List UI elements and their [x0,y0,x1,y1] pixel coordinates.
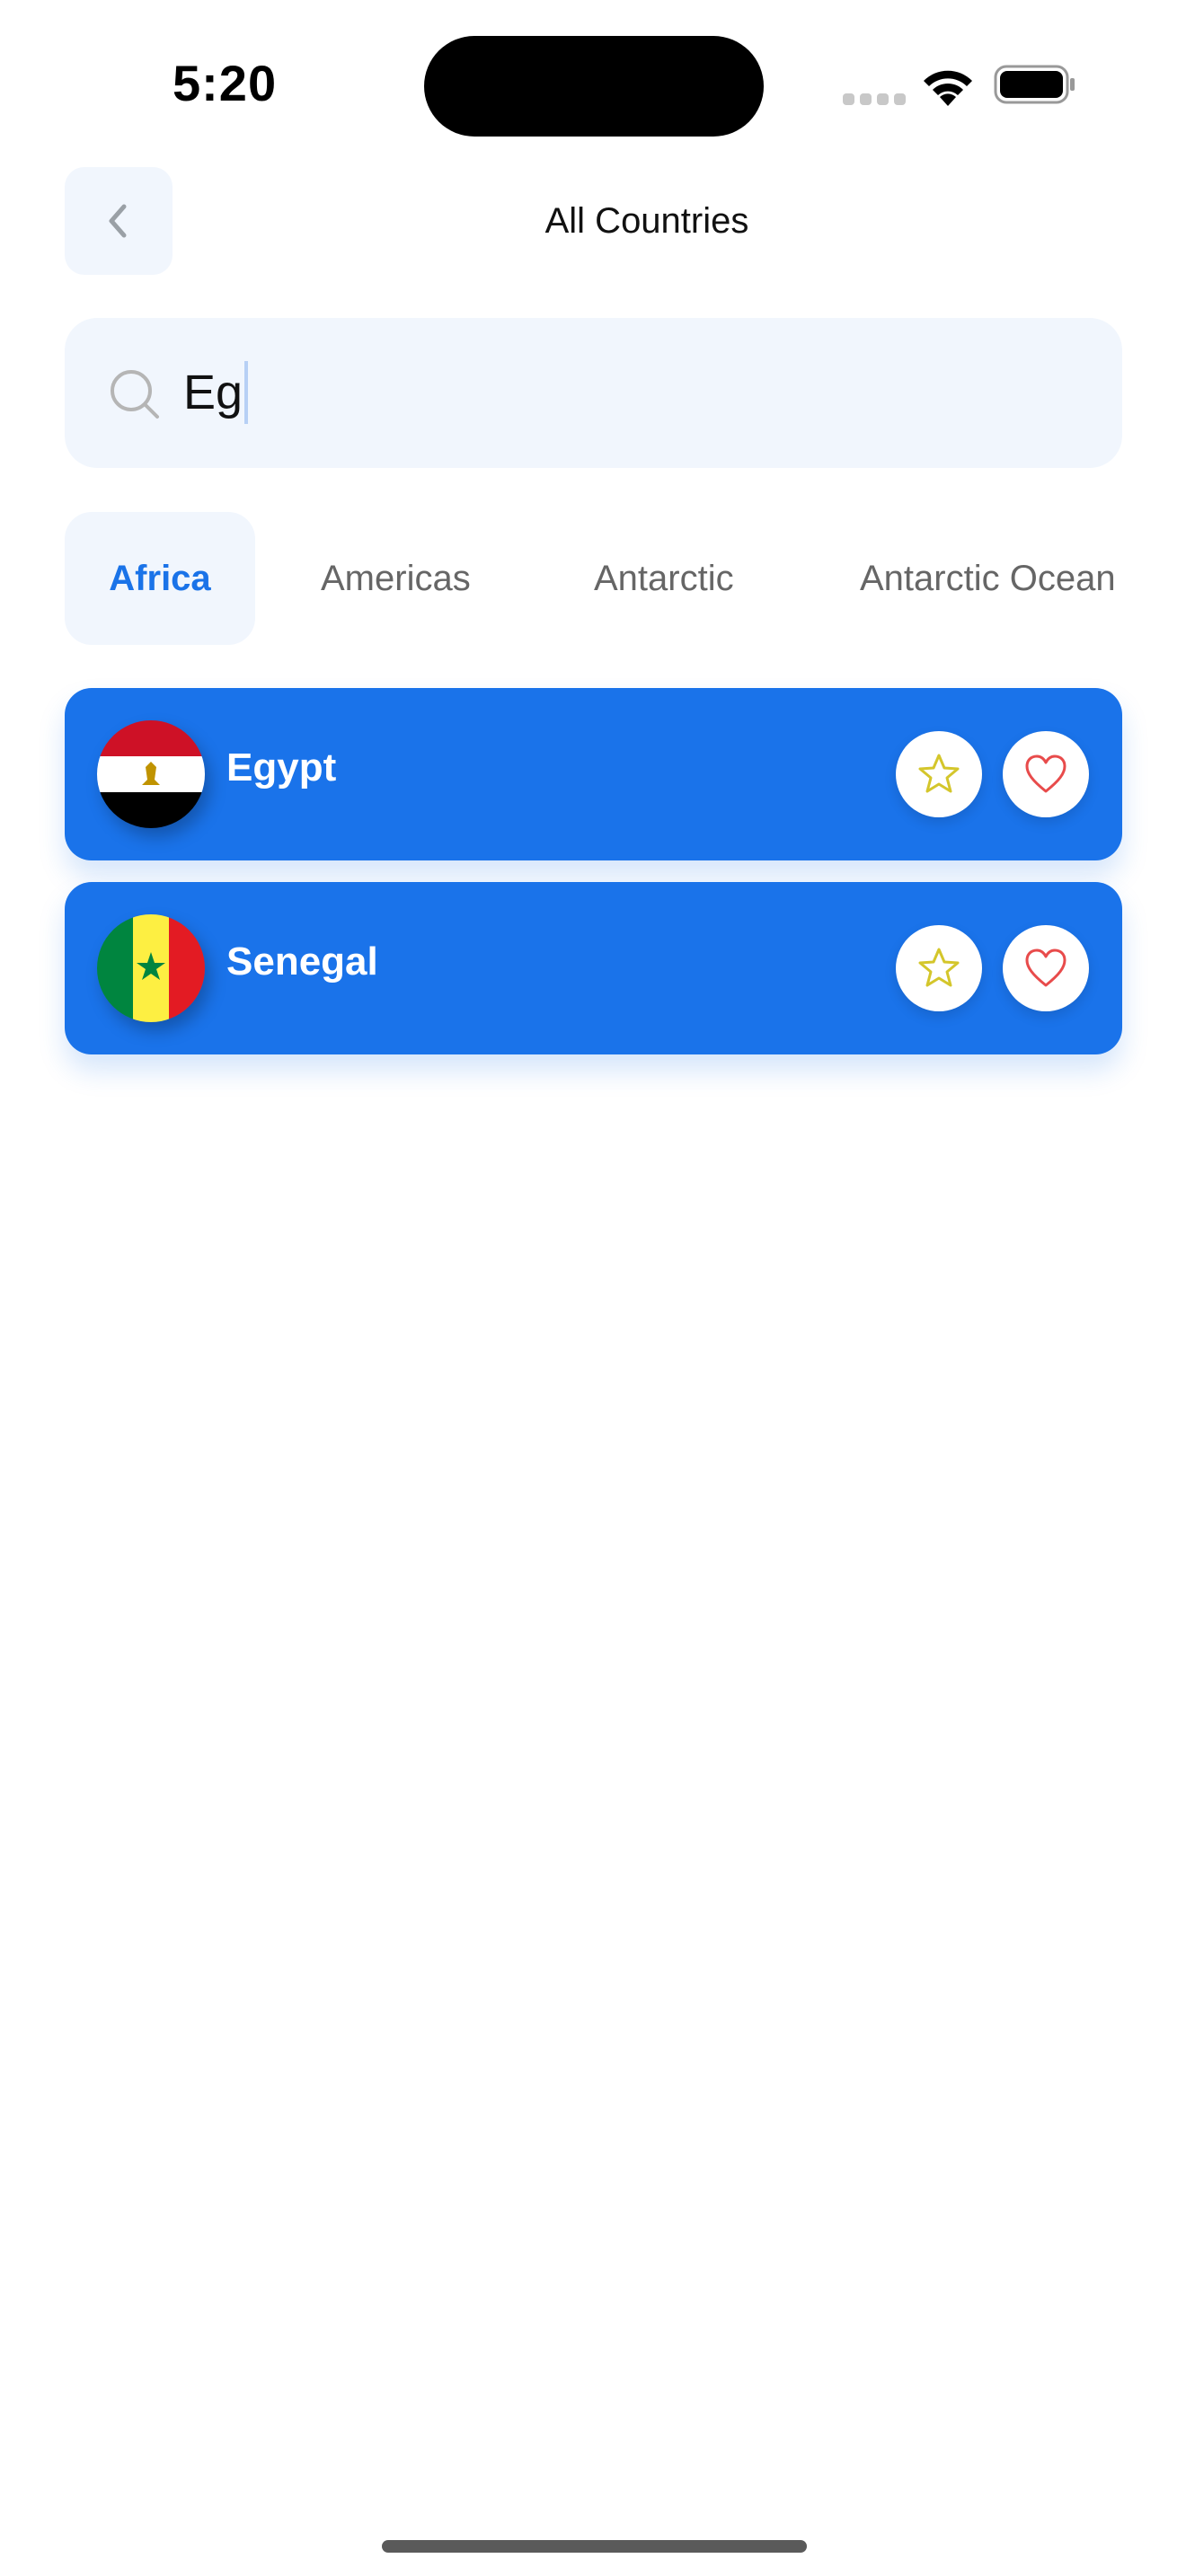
country-name: Senegal [226,940,378,984]
cellular-signal-icon [843,93,906,106]
search-query-text: Eg [183,366,243,419]
country-name: Egypt [226,745,337,790]
heart-icon [1025,754,1067,793]
like-button[interactable] [1003,925,1089,1011]
like-button[interactable] [1003,731,1089,817]
battery-icon [994,65,1075,104]
tab-antarctic[interactable]: Antarctic [594,512,734,645]
search-field[interactable]: Eg [65,318,1122,468]
region-tabs: Africa Americas Antarctic Antarctic Ocea… [65,512,1122,645]
status-time: 5:20 [173,55,278,111]
star-icon [918,948,960,987]
heart-icon [1025,948,1067,987]
tab-americas[interactable]: Americas [321,512,471,645]
home-indicator[interactable] [382,2540,807,2553]
country-card-senegal[interactable]: Senegal [65,882,1122,1054]
wifi-icon [924,70,972,106]
dynamic-island [424,36,764,137]
favorite-button[interactable] [896,925,982,1011]
search-input[interactable]: Eg [183,361,249,424]
search-icon [111,370,159,419]
star-icon [918,754,960,793]
tab-antarctic-ocean[interactable]: Antarctic Ocean [860,512,1116,645]
egypt-flag-icon [97,720,205,828]
page-title: All Countries [544,201,749,241]
favorite-button[interactable] [896,731,982,817]
text-cursor [244,361,249,424]
status-bar: 5:20 [0,0,1186,144]
senegal-flag-icon [97,914,205,1022]
country-card-egypt[interactable]: Egypt [65,688,1122,860]
tab-africa[interactable]: Africa [65,512,255,645]
